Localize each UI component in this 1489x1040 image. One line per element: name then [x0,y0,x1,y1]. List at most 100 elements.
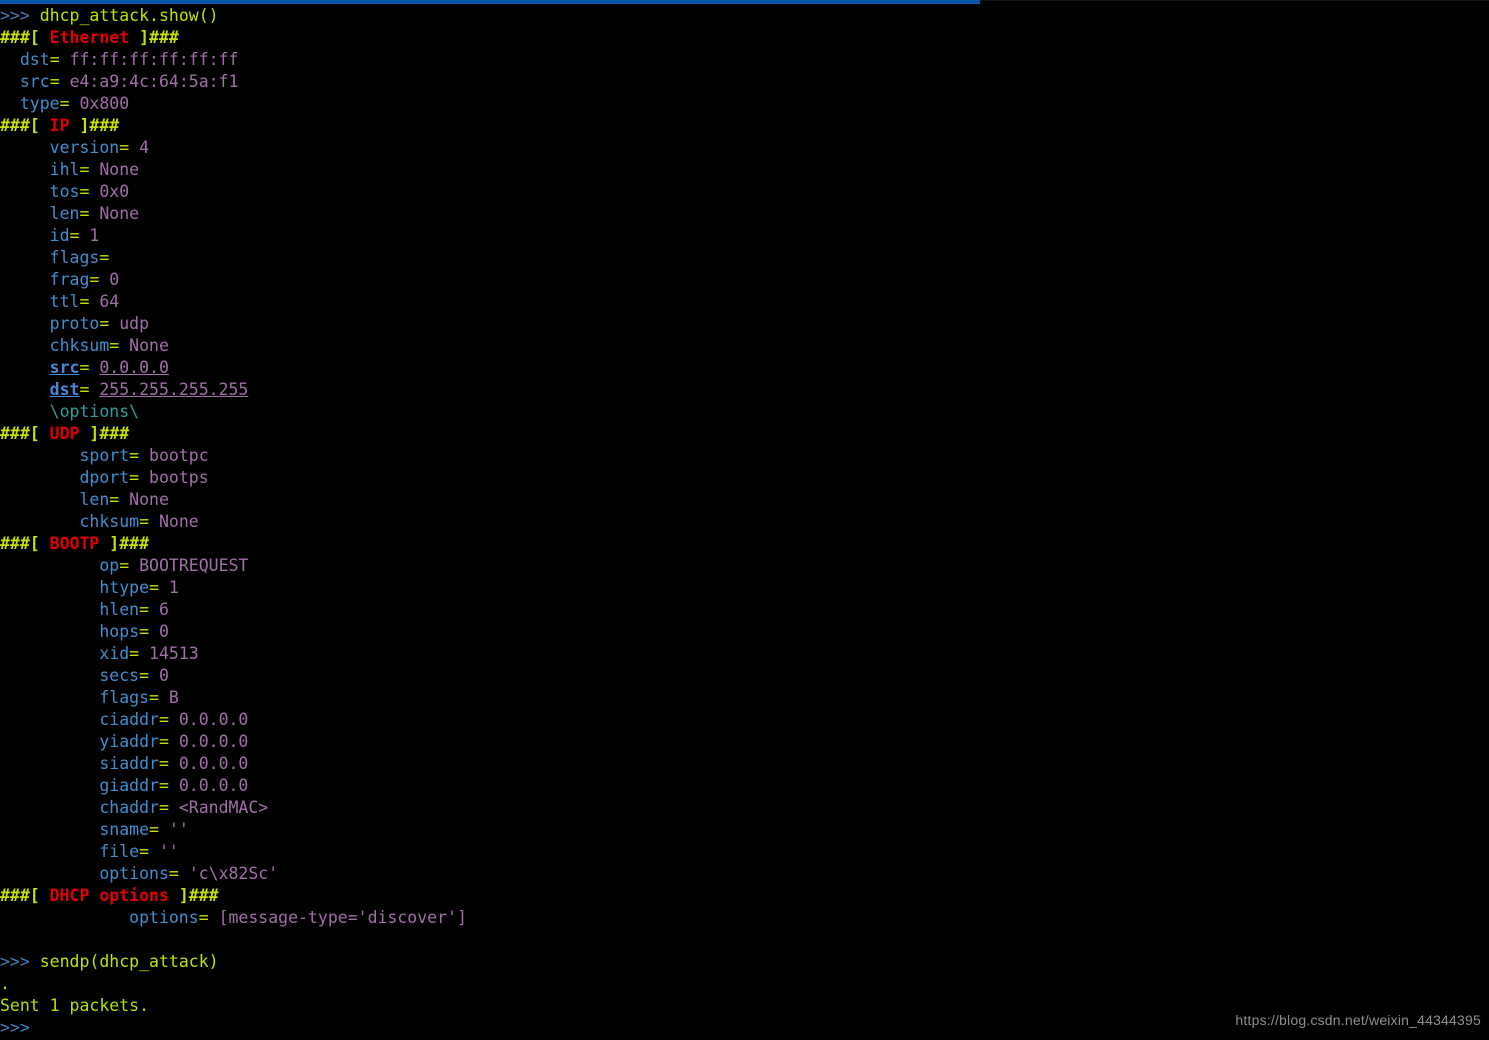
field-gap [89,182,99,201]
field-value: udp [119,314,150,333]
field-name: xid [99,644,130,663]
packet-field-row: id= 1 [0,225,1489,247]
field-name: options [99,864,169,883]
layer-header: ###[ Ethernet ]### [0,27,1489,49]
field-value: 0.0.0.0 [178,754,249,773]
layer-open-mark: ###[ [0,116,50,135]
field-indent [0,160,50,179]
packet-field-row: siaddr= 0.0.0.0 [0,753,1489,775]
field-equals: = [69,226,80,245]
field-name: len [49,204,80,223]
field-equals: = [79,292,90,311]
field-name: sname [99,820,150,839]
field-equals: = [99,248,110,267]
field-equals: = [158,776,169,795]
command-text: dhcp_attack.show() [29,6,219,25]
field-value: None [99,160,140,179]
field-equals: = [79,380,90,399]
packet-field-row: src= e4:a9:4c:64:5a:f1 [0,71,1489,93]
field-gap [89,204,99,223]
field-indent [0,622,99,641]
field-name: hlen [99,600,140,619]
field-indent [0,798,99,817]
field-indent [0,72,20,91]
field-gap [139,644,149,663]
prompt-marker: >>> [0,1018,30,1037]
command-text: sendp(dhcp_attack) [29,952,219,971]
field-indent [0,380,50,399]
packet-field-row: flags= B [0,687,1489,709]
field-indent [0,732,99,751]
field-gap [169,776,179,795]
field-value: '' [158,842,179,861]
field-value: 1 [168,578,179,597]
layer-name: IP [49,116,70,135]
field-indent [0,314,50,333]
field-equals: = [49,50,60,69]
field-name: htype [99,578,150,597]
window-edge-line [980,0,1489,1]
field-indent [0,446,79,465]
field-equals: = [149,820,159,839]
field-name: src [49,358,80,377]
field-gap [60,50,70,69]
field-indent [0,336,50,355]
field-gap [149,666,159,685]
field-value: 0 [158,622,169,641]
field-equals: = [79,160,90,179]
field-indent [0,468,79,487]
field-value: 64 [99,292,120,311]
field-indent [0,248,50,267]
packet-field-row: sname= '' [0,819,1489,841]
packet-field-row: htype= 1 [0,577,1489,599]
packet-field-row: tos= 0x0 [0,181,1489,203]
field-gap [119,336,129,355]
field-indent [0,600,99,619]
field-gap [169,732,179,751]
field-equals: = [119,138,130,157]
field-gap [149,622,159,641]
field-value: e4:a9:4c:64:5a:f1 [69,72,239,91]
field-value: BOOTREQUEST [139,556,249,575]
field-value: None [129,336,169,355]
packet-field-row: op= BOOTREQUEST [0,555,1489,577]
field-name: op [99,556,120,575]
field-name: frag [49,270,90,289]
field-equals: = [99,314,110,333]
packet-field-row: chksum= None [0,511,1489,533]
terminal-window: >>> dhcp_attack.show() ###[ Ethernet ]###… [0,0,1489,1040]
send-dot: . [0,974,10,993]
field-gap [129,556,139,575]
field-name: len [79,490,110,509]
field-name: chksum [79,512,140,531]
layer-open-mark: ###[ [0,534,50,553]
console-output[interactable]: >>> dhcp_attack.show() ###[ Ethernet ]###… [0,4,1489,1039]
field-equals: = [158,798,169,817]
field-indent [0,842,99,861]
field-name: id [49,226,70,245]
field-name: dport [79,468,130,487]
field-value: bootpc [149,446,209,465]
layer-open-mark: ###[ [0,28,50,47]
field-value: bootps [149,468,209,487]
packet-field-row: ciaddr= 0.0.0.0 [0,709,1489,731]
field-indent [0,94,20,113]
prompt-line-show: >>> dhcp_attack.show() [0,5,1489,27]
field-value: 4 [139,138,150,157]
field-value: 0 [109,270,120,289]
layer-close-mark: ]### [79,424,130,443]
field-equals: = [79,182,90,201]
field-indent [0,864,99,883]
field-name: secs [99,666,140,685]
layer-name: BOOTP [49,534,100,553]
field-name: dst [19,50,50,69]
field-name: chaddr [99,798,159,817]
packet-field-row: hlen= 6 [0,599,1489,621]
field-gap [159,820,169,839]
packet-field-row: chksum= None [0,335,1489,357]
field-indent [0,556,99,575]
field-gap [89,358,99,377]
packet-field-row: giaddr= 0.0.0.0 [0,775,1489,797]
send-result-text: Sent 1 packets. [0,996,150,1015]
layer-header: ###[ DHCP options ]### [0,885,1489,907]
